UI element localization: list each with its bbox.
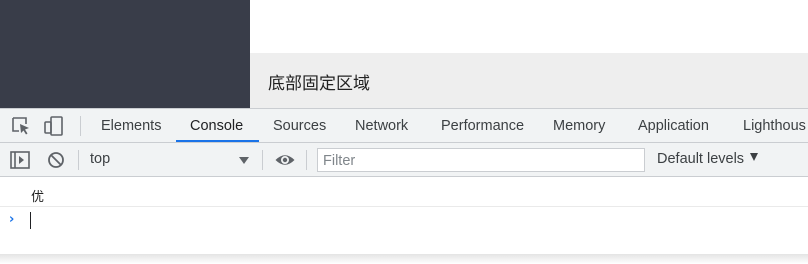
device-toolbar-icon[interactable]	[43, 115, 65, 137]
clear-console-icon[interactable]	[45, 149, 67, 171]
tab-memory[interactable]: Memory	[553, 109, 605, 142]
fixed-footer: 底部固定区域	[250, 53, 808, 108]
devtools-tabbar: Elements Console Sources Network Perform…	[0, 109, 808, 143]
toolbar-divider	[78, 150, 79, 170]
inspect-element-icon[interactable]	[10, 115, 32, 137]
console-message-text: 优	[31, 190, 45, 205]
dropdown-arrow-icon	[750, 153, 759, 161]
toolbar-divider	[262, 150, 263, 170]
prompt-chevron-icon: ›	[9, 212, 15, 227]
toolbar-divider	[306, 150, 307, 170]
tab-console[interactable]: Console	[190, 109, 243, 142]
console-output[interactable]: 优 ›	[0, 177, 808, 255]
tab-lighthouse[interactable]: Lighthous	[743, 109, 806, 142]
tab-sources[interactable]: Sources	[273, 109, 326, 142]
page-content	[250, 0, 808, 53]
console-prompt[interactable]: ›	[0, 209, 808, 233]
tab-application[interactable]: Application	[638, 109, 709, 142]
tab-performance[interactable]: Performance	[441, 109, 524, 142]
console-message: 优	[0, 183, 808, 207]
page: 底部固定区域 Elements Console Sources Network …	[0, 0, 808, 264]
tab-network[interactable]: Network	[355, 109, 408, 142]
web-page-area: 底部固定区域	[0, 0, 808, 108]
footer-text: 底部固定区域	[268, 74, 370, 94]
context-selector[interactable]: top	[90, 143, 254, 176]
tab-elements[interactable]: Elements	[101, 109, 161, 142]
context-label: top	[90, 151, 111, 167]
live-expression-icon[interactable]	[274, 149, 296, 171]
filter-input[interactable]	[317, 148, 645, 172]
tabbar-divider	[80, 116, 81, 136]
chevron-down-icon	[239, 157, 249, 164]
active-tab-indicator	[176, 140, 259, 142]
log-levels-label: Default levels	[657, 151, 745, 167]
log-levels-dropdown[interactable]: Default levels	[657, 151, 759, 167]
show-sidebar-icon[interactable]	[9, 149, 31, 171]
console-toolbar: top Default levels	[0, 143, 808, 177]
page-sidebar	[0, 0, 250, 108]
window-bottom-edge	[0, 254, 808, 264]
devtools-panel: Elements Console Sources Network Perform…	[0, 108, 808, 255]
text-cursor	[30, 212, 31, 229]
